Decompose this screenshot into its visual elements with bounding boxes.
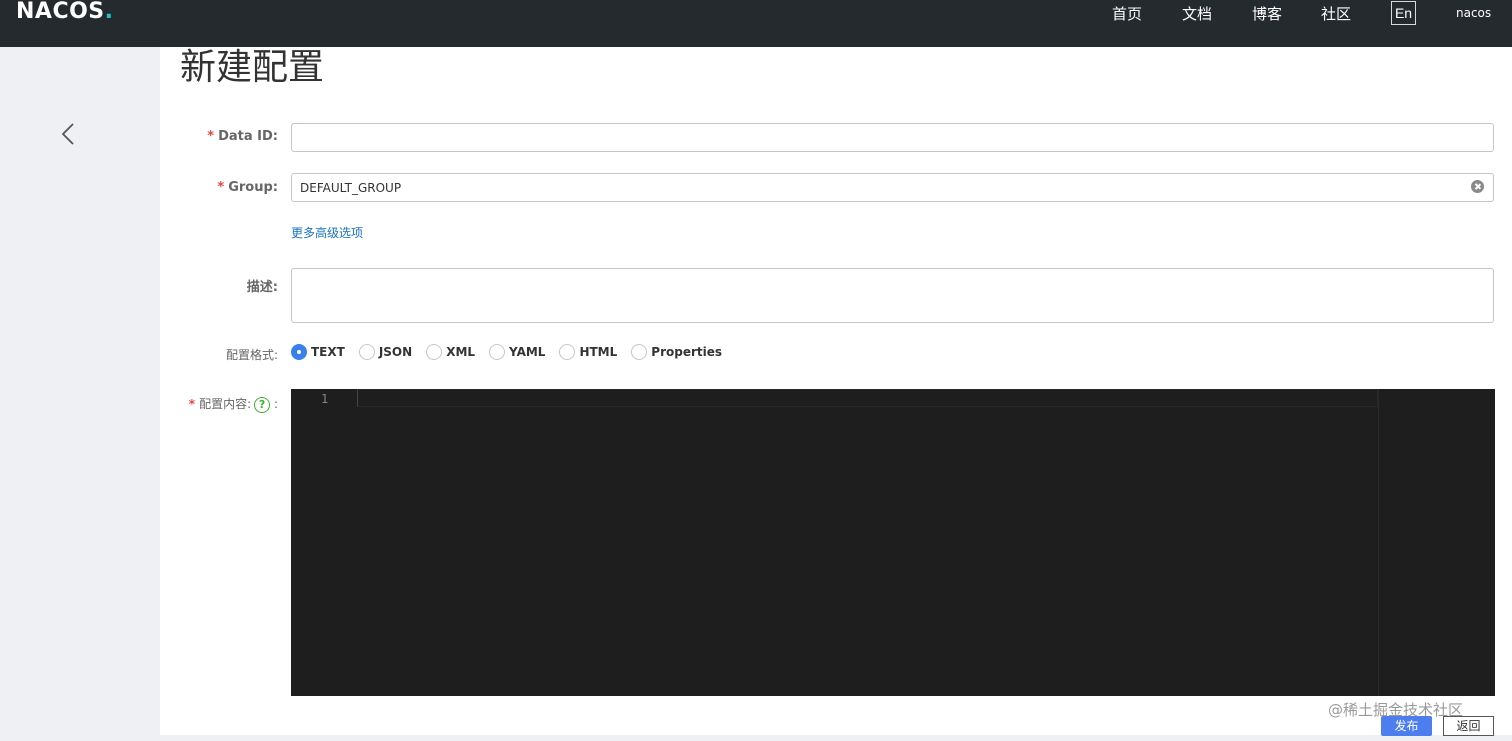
nav-home[interactable]: 首页 [1112,4,1142,24]
radio-text-circle[interactable] [291,344,307,360]
required-mark: * [207,129,215,144]
radio-properties[interactable]: Properties [631,344,722,360]
radio-xml-label: XML [446,345,476,359]
data-id-input[interactable] [291,123,1494,152]
radio-text-label: TEXT [311,345,345,359]
radio-html[interactable]: HTML [559,344,617,360]
content-label-text: 配置内容: [199,397,252,411]
top-nav-bar: NACOS. 首页 文档 博客 社区 En nacos [0,0,1512,47]
advanced-options-link[interactable]: 更多高级选项 [291,224,363,241]
page-title: 新建配置 [180,47,325,88]
radio-xml-circle[interactable] [426,344,443,360]
watermark: @稀土掘金技术社区 [1328,701,1464,719]
data-id-label-text: Data ID: [218,129,278,144]
format-radio-group: TEXT JSON XML YAML HTML Properties [291,343,736,361]
radio-json-label: JSON [378,345,413,359]
radio-properties-label: Properties [651,345,723,359]
radio-html-label: HTML [579,345,618,359]
chevron-left-icon[interactable] [58,121,80,147]
description-label-text: 描述: [246,280,278,295]
required-mark: * [188,397,196,411]
bottom-bar [160,735,1512,741]
nav-community[interactable]: 社区 [1321,4,1351,24]
current-line-highlight [357,389,1378,407]
line-number: 1 [321,392,329,406]
description-textarea[interactable] [291,268,1494,323]
clear-circle-icon[interactable] [1471,180,1484,193]
format-label-text: 配置格式: [225,348,278,362]
content-label-suffix: : [273,397,278,411]
group-input[interactable] [291,173,1494,202]
radio-yaml[interactable]: YAML [489,344,545,360]
radio-json-circle[interactable] [358,344,375,360]
required-mark: * [217,180,225,195]
logo-dot: . [104,0,114,24]
config-content-editor[interactable]: 1 [291,389,1495,696]
radio-text[interactable]: TEXT [291,344,345,360]
editor-ruler [1378,389,1379,696]
user-name[interactable]: nacos [1456,6,1491,20]
nacos-logo[interactable]: NACOS. [16,0,114,24]
radio-xml[interactable]: XML [426,344,475,360]
question-circle-icon[interactable]: ? [254,396,271,413]
radio-yaml-circle[interactable] [489,344,506,360]
radio-html-circle[interactable] [559,344,576,360]
logo-text: NACOS [16,0,105,24]
left-sidebar [0,47,160,741]
nav-blog[interactable]: 博客 [1252,4,1282,24]
language-switch[interactable]: En [1391,1,1416,25]
nav-docs[interactable]: 文档 [1182,4,1212,24]
group-label-text: Group: [228,180,278,195]
radio-yaml-label: YAML [509,345,546,359]
radio-properties-circle[interactable] [631,344,648,360]
radio-json[interactable]: JSON [358,344,413,360]
